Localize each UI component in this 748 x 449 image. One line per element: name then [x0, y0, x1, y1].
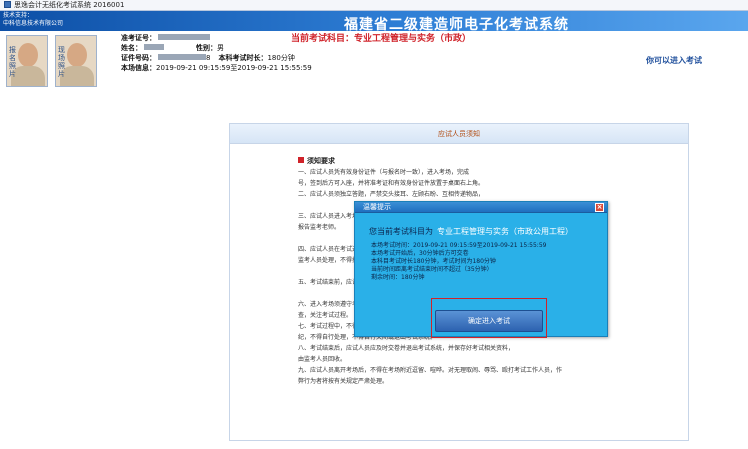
ticket-row: 准考证号： [121, 34, 312, 44]
notice-line: 号，签到后方可入座，并将准考证和有效身份证件放置于桌面右上角。 [298, 180, 485, 187]
registration-photo-label: 报名照片 [9, 46, 16, 78]
dialog-subject: 您当前考试科目为 专业工程管理与实务（市政公用工程） [369, 226, 573, 237]
session-label: 本场信息： [121, 64, 156, 72]
dialog-info-line: 剩余时间：180分钟 [371, 274, 425, 281]
support-line-2: 中科信息技术有限公司 [3, 20, 64, 27]
exam-confirm-dialog: 温馨提示 × 您当前考试科目为 专业工程管理与实务（市政公用工程） 本场考试时间：… [354, 201, 608, 338]
ticket-label: 准考证号： [121, 34, 156, 42]
redacted-ticket-number [158, 34, 210, 40]
name-label: 姓名： [121, 44, 142, 52]
dialog-titlebar: 温馨提示 × [355, 202, 607, 213]
support-info: 技术支持： 中科信息技术有限公司 [3, 12, 63, 28]
notice-line: 九、应试人员离开考场后，不得在考场附近逗留、喧哗。对无理取闹、辱骂、殴打考试工作… [298, 367, 563, 374]
app-icon [4, 1, 11, 8]
duration-value: 180分钟 [267, 54, 295, 62]
id-suffix: 8 [206, 54, 211, 62]
photo-face [18, 43, 38, 67]
window-title: 思逸会计无纸化考试系统 2016001 [14, 1, 125, 9]
session-row: 本场信息：2019-09-21 09:15:59至2019-09-21 15:5… [121, 64, 312, 74]
support-line-1: 技术支持： [3, 12, 34, 19]
onsite-photo: 现场照片 [55, 35, 97, 87]
exam-header: 技术支持： 中科信息技术有限公司 福建省二级建造师电子化考试系统 报名照片 现场… [0, 11, 748, 87]
id-row: 证件号码： 8 本科考试时长：180分钟 [121, 54, 312, 64]
gender-value: 男 [217, 44, 224, 52]
window-titlebar: 思逸会计无纸化考试系统 2016001 [0, 0, 748, 11]
duration-label: 本科考试时长： [218, 54, 268, 62]
dialog-info-line: 本科目考试时长180分钟，考试时间为180分钟 [371, 258, 496, 265]
notice-title-text: 须知要求 [307, 157, 335, 165]
notice-line: 一、应试人员凭有效身份证件（与报名时一致），进入考场，完成 [298, 169, 470, 176]
header-banner: 技术支持： 中科信息技术有限公司 福建省二级建造师电子化考试系统 [0, 11, 748, 33]
dialog-info: 本场考试时间：2019-09-21 09:15:59至2019-09-21 15… [371, 242, 546, 282]
registration-photo: 报名照片 [6, 35, 48, 87]
subject-value: 专业工程管理与实务（市政公用工程） [437, 227, 573, 236]
notice-line: 弊行为者将按有关规定严肃处理。 [298, 378, 389, 385]
gender-label: 性别： [196, 44, 217, 52]
notice-line: 八、考试结束后，应试人员应及时交卷并退出考试系统，并保存好考试相关资料， [298, 345, 515, 352]
confirm-enter-exam-button[interactable]: 确定进入考试 [435, 310, 543, 332]
redacted-name [144, 44, 164, 50]
onsite-photo-label: 现场照片 [58, 46, 65, 78]
redacted-id-number [158, 54, 206, 60]
bullet-icon [298, 157, 304, 163]
notice-header: 应试人员须知 [230, 124, 688, 144]
notice-line: 二、应试人员须独立答题，严禁交头接耳、左顾右盼、互相传递物品， [298, 191, 485, 198]
enter-exam-hint: 你可以进入考试 [646, 56, 702, 65]
notice-line: 由监考人员回收。 [298, 356, 347, 363]
dialog-title: 温馨提示 [363, 203, 391, 211]
close-icon[interactable]: × [595, 203, 604, 212]
session-value: 2019-09-21 09:15:59至2019-09-21 15:55:59 [156, 64, 312, 72]
dialog-info-line: 本场考试时间：2019-09-21 09:15:59至2019-09-21 15… [371, 242, 547, 249]
dialog-info-line: 本场考试开始后，30分钟后方可交卷 [371, 250, 469, 257]
subject-prefix: 您当前考试科目为 [369, 227, 433, 236]
name-row: 姓名： 性别：男 [121, 44, 312, 54]
id-label: 证件号码： [121, 54, 156, 62]
photo-face [67, 43, 87, 67]
dialog-info-line: 当前时间距离考试结束时间不超过（35分钟） [371, 266, 493, 273]
candidate-info: 准考证号： 姓名： 性别：男 证件号码： 8 本科考试时长：180分钟 本场信息：20… [121, 34, 312, 74]
current-subject: 当前考试科目：专业工程管理与实务（市政） [291, 34, 472, 44]
notice-title: 须知要求 [298, 156, 628, 167]
